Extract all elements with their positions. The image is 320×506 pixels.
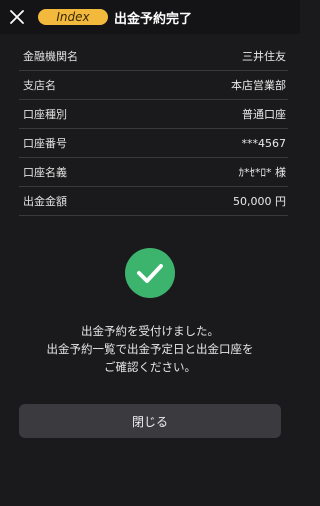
detail-label: 支店名 bbox=[23, 79, 56, 92]
header-bar: Index 出金予約完了 bbox=[0, 0, 300, 34]
index-badge: Index bbox=[38, 9, 108, 25]
message-line: 出金予約を受付けました。 bbox=[81, 324, 219, 338]
message-line: 出金予約一覧で出金予定日と出金口座を bbox=[46, 342, 254, 356]
detail-row-bank: 金融機関名 三井住友 bbox=[19, 42, 288, 71]
completion-message: 出金予約を受付けました。 出金予約一覧で出金予定日と出金口座を ご確認ください。 bbox=[0, 322, 300, 376]
detail-row-amount: 出金金額 50,000 円 bbox=[19, 187, 288, 216]
detail-row-account-holder: 口座名義 ｶ*ｾ*ﾛ* 様 bbox=[19, 158, 288, 187]
detail-label: 出金金額 bbox=[23, 195, 67, 208]
detail-label: 口座番号 bbox=[23, 137, 67, 150]
withdrawal-details: 金融機関名 三井住友 支店名 本店営業部 口座種別 普通口座 口座番号 ***4… bbox=[19, 42, 288, 216]
page-title: 出金予約完了 bbox=[114, 11, 193, 27]
close-icon[interactable] bbox=[2, 2, 32, 32]
detail-row-account-type: 口座種別 普通口座 bbox=[19, 100, 288, 129]
status-area bbox=[0, 248, 300, 298]
detail-value: 50,000 円 bbox=[233, 195, 286, 208]
message-line: ご確認ください。 bbox=[104, 360, 196, 374]
detail-row-account-number: 口座番号 ***4567 bbox=[19, 129, 288, 158]
detail-value: ***4567 bbox=[241, 136, 287, 150]
detail-value: 本店営業部 bbox=[231, 79, 286, 92]
detail-label: 口座名義 bbox=[23, 166, 67, 179]
detail-value: 三井住友 bbox=[242, 50, 286, 63]
detail-row-branch: 支店名 本店営業部 bbox=[19, 71, 288, 100]
check-icon bbox=[125, 248, 175, 298]
detail-label: 口座種別 bbox=[23, 108, 67, 121]
detail-value: ｶ*ｾ*ﾛ* 様 bbox=[238, 166, 287, 179]
detail-label: 金融機関名 bbox=[23, 50, 78, 63]
detail-value: 普通口座 bbox=[242, 108, 286, 121]
close-button[interactable]: 閉じる bbox=[19, 404, 281, 438]
